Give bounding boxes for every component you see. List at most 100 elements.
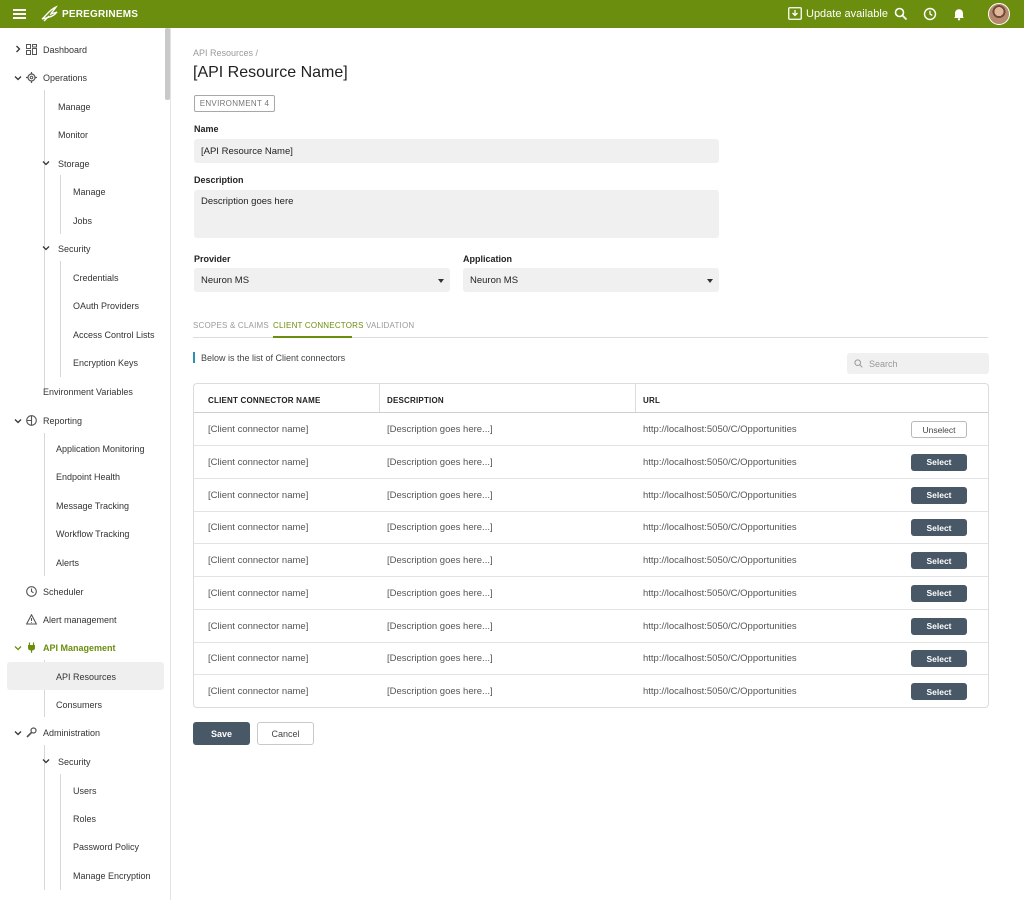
sidebar-item-encryption-keys[interactable]: Encryption Keys: [73, 358, 138, 368]
sidebar-scrollbar[interactable]: [165, 28, 170, 100]
sidebar-item-application-monitoring[interactable]: Application Monitoring: [56, 444, 145, 454]
sidebar-item-alert-management[interactable]: Alert management: [43, 615, 117, 625]
select-button[interactable]: Select: [911, 453, 967, 471]
sidebar-item-endpoint-health[interactable]: Endpoint Health: [56, 472, 120, 482]
chevron-down-icon[interactable]: [14, 729, 22, 737]
select-button[interactable]: Select: [911, 683, 967, 700]
search-icon[interactable]: [894, 7, 908, 21]
chevron-down-icon[interactable]: [42, 244, 50, 252]
description-field[interactable]: Description goes here: [194, 190, 719, 238]
name-field[interactable]: [API Resource Name]: [194, 139, 719, 163]
sidebar-item-scheduler[interactable]: Scheduler: [43, 587, 84, 597]
connector-url-cell: http://localhost:5050/C/Opportunities: [643, 686, 797, 697]
bell-icon[interactable]: [952, 7, 966, 21]
gear-icon: [26, 72, 37, 83]
table-row: [Client connector name] [Description goes…: [194, 675, 988, 708]
connector-url-cell: http://localhost:5050/C/Opportunities: [643, 456, 797, 468]
tree-line: [44, 745, 45, 890]
active-tab-indicator: [273, 336, 352, 338]
sidebar-item-dashboard[interactable]: Dashboard: [43, 45, 87, 55]
sidebar-item-admin-security[interactable]: Security: [58, 757, 91, 767]
sidebar-item-oauth-providers[interactable]: OAuth Providers: [73, 301, 139, 311]
sidebar-item-access-control-lists[interactable]: Access Control Lists: [73, 330, 155, 340]
connector-url-cell: http://localhost:5050/C/Opportunities: [643, 620, 797, 632]
table-row: [Client connector name] [Description goes…: [194, 610, 988, 643]
tree-line: [60, 175, 61, 234]
provider-label: Provider: [194, 254, 231, 264]
provider-selected-value: Neuron MS: [201, 274, 250, 286]
sidebar-item-password-policy[interactable]: Password Policy: [73, 842, 139, 852]
column-header-description[interactable]: DESCRIPTION: [387, 396, 444, 405]
select-button[interactable]: Select: [911, 552, 967, 569]
sidebar-item-environment-variables[interactable]: Environment Variables: [43, 387, 133, 397]
sidebar-item-administration[interactable]: Administration: [43, 728, 100, 738]
sidebar-item-consumers[interactable]: Consumers: [56, 700, 102, 710]
sidebar-item-ops-manage[interactable]: Manage: [58, 102, 91, 112]
sidebar-item-security[interactable]: Security: [58, 244, 91, 254]
column-header-url[interactable]: URL: [643, 396, 660, 405]
table-row: [Client connector name] [Description goes…: [194, 511, 988, 545]
breadcrumb[interactable]: API Resources /: [193, 48, 258, 58]
sidebar-item-jobs[interactable]: Jobs: [73, 216, 92, 226]
search-input[interactable]: Search: [847, 353, 989, 374]
chevron-down-icon[interactable]: [42, 757, 50, 765]
column-header-name[interactable]: CLIENT CONNECTOR NAME: [208, 396, 321, 405]
save-button[interactable]: Save: [193, 722, 250, 745]
table-row: [Client connector name] [Description goes…: [194, 479, 988, 512]
column-separator: [379, 384, 380, 412]
sidebar-item-roles[interactable]: Roles: [73, 814, 96, 824]
logo[interactable]: PEREGRINEMS: [40, 4, 138, 24]
chevron-down-icon[interactable]: [14, 644, 22, 652]
sidebar-item-message-tracking[interactable]: Message Tracking: [56, 501, 129, 511]
application-label: Application: [463, 254, 512, 264]
tab-scopes-claims[interactable]: SCOPES & CLAIMS: [193, 321, 269, 330]
update-available-button[interactable]: Update available: [788, 7, 888, 20]
tree-line: [44, 90, 45, 390]
select-button[interactable]: Select: [911, 519, 967, 537]
sidebar-item-alerts[interactable]: Alerts: [56, 558, 79, 568]
sidebar-item-workflow-tracking[interactable]: Workflow Tracking: [56, 529, 129, 539]
user-avatar[interactable]: [988, 3, 1010, 25]
connector-name-cell: [Client connector name]: [208, 522, 309, 534]
caret-down-icon: [438, 279, 444, 283]
sidebar-item-users[interactable]: Users: [73, 786, 97, 796]
connector-name-cell: [Client connector name]: [208, 620, 309, 632]
unselect-button[interactable]: Unselect: [911, 421, 967, 438]
table-row: [Client connector name] [Description goes…: [194, 446, 988, 479]
provider-select[interactable]: Neuron MS: [194, 268, 450, 292]
sidebar-item-operations[interactable]: Operations: [43, 73, 87, 83]
sidebar-item-monitor[interactable]: Monitor: [58, 130, 88, 140]
sidebar-item-reporting[interactable]: Reporting: [43, 416, 82, 426]
sidebar-item-credentials[interactable]: Credentials: [73, 273, 119, 283]
peregrine-logo-icon: [41, 5, 58, 22]
sidebar-item-storage-manage[interactable]: Manage: [73, 187, 106, 197]
dashboard-icon: [26, 44, 37, 55]
sidebar-item-api-management[interactable]: API Management: [43, 643, 116, 653]
clock-icon[interactable]: [923, 7, 937, 21]
application-select[interactable]: Neuron MS: [463, 268, 719, 292]
select-button[interactable]: Select: [911, 584, 967, 602]
sidebar-item-storage[interactable]: Storage: [58, 159, 90, 169]
select-button[interactable]: Select: [911, 617, 967, 635]
application-selected-value: Neuron MS: [470, 274, 519, 286]
chevron-down-icon[interactable]: [14, 74, 22, 82]
connector-name-cell: [Client connector name]: [208, 555, 309, 566]
menu-icon[interactable]: [13, 9, 26, 19]
tab-client-connectors[interactable]: CLIENT CONNECTORS: [273, 321, 364, 330]
select-button[interactable]: Select: [911, 650, 967, 668]
sidebar-item-api-resources[interactable]: API Resources: [56, 672, 116, 682]
tree-line: [44, 433, 45, 576]
cancel-button[interactable]: Cancel: [257, 722, 314, 745]
select-button[interactable]: Select: [911, 486, 967, 504]
chevron-right-icon[interactable]: [14, 45, 22, 53]
tree-line: [60, 261, 61, 377]
sidebar-item-manage-encryption[interactable]: Manage Encryption: [73, 871, 151, 881]
connector-description-cell: [Description goes here...]: [387, 424, 493, 435]
tab-validation[interactable]: VALIDATION: [366, 321, 414, 330]
clock-icon: [26, 586, 37, 597]
connector-name-cell: [Client connector name]: [208, 653, 309, 665]
connector-description-cell: [Description goes here...]: [387, 489, 493, 501]
chevron-down-icon[interactable]: [42, 159, 50, 167]
chevron-down-icon[interactable]: [14, 417, 22, 425]
search-placeholder: Search: [869, 358, 898, 369]
